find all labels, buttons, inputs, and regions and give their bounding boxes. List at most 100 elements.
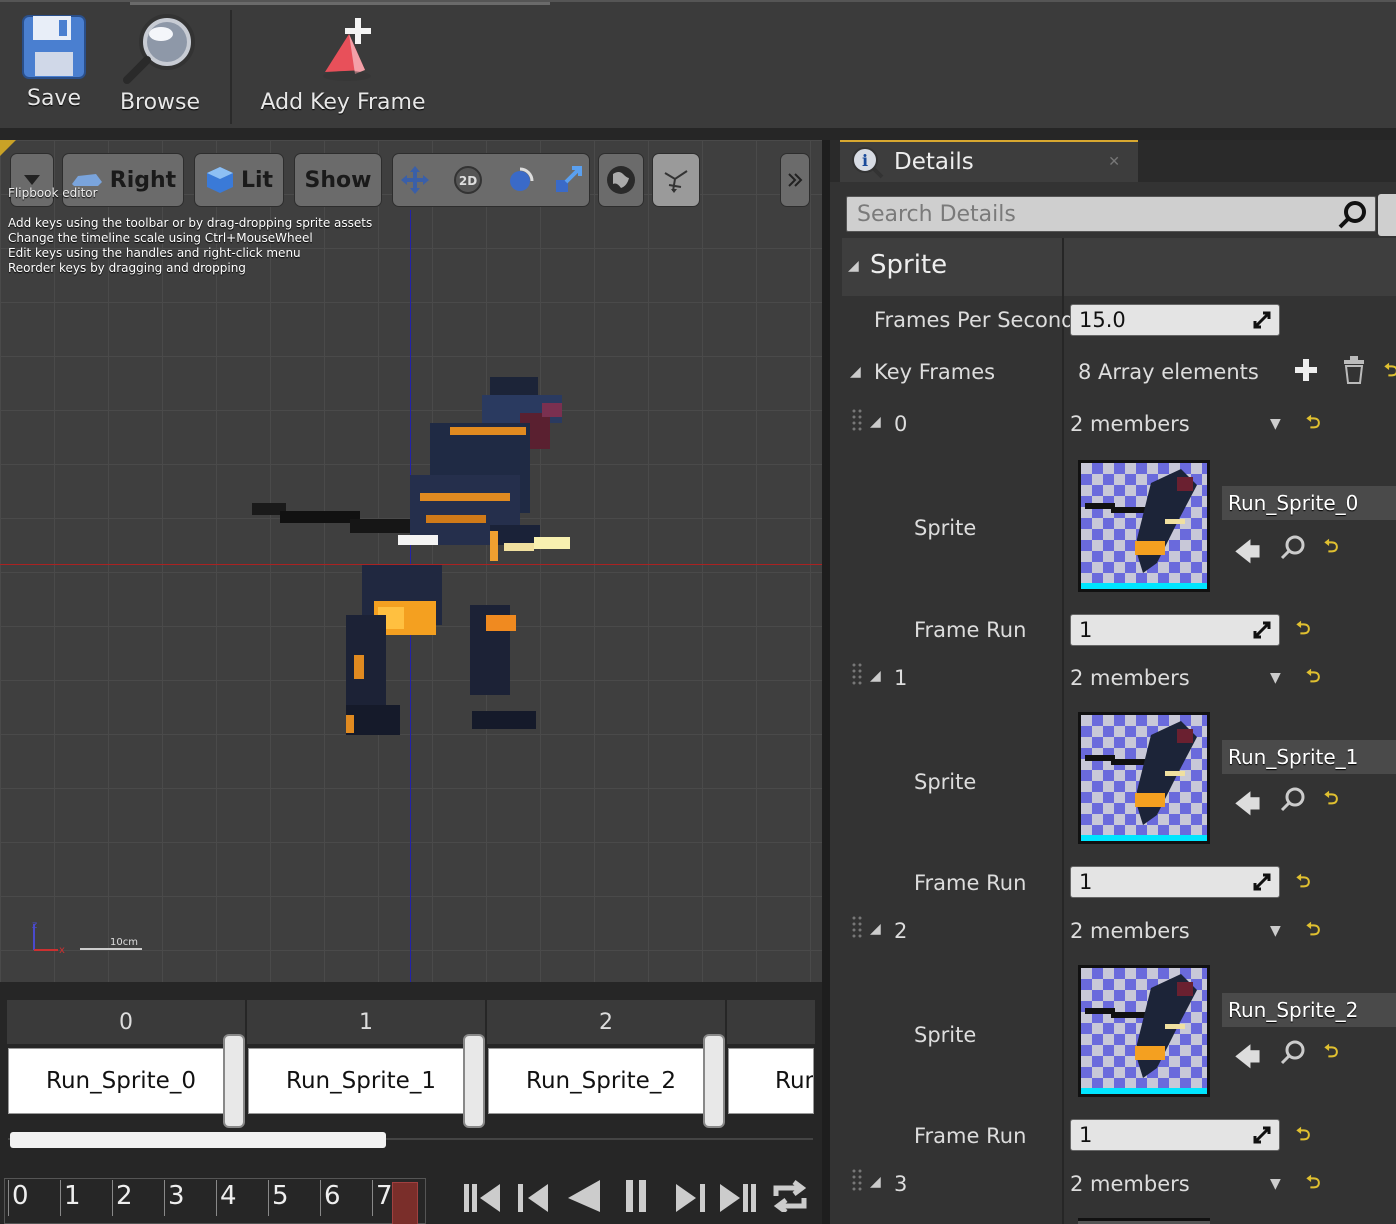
reset-to-default-icon[interactable]: ⮌ [1384,358,1396,388]
frame-tick: 7 [372,1180,393,1216]
fps-field[interactable]: 15.0 [1070,304,1280,336]
reset-to-default-icon[interactable]: ⮌ [1296,1122,1310,1152]
skip-to-end-icon[interactable] [716,1172,760,1212]
collapse-arrow-icon[interactable]: ◢ [850,364,861,380]
reset-to-default-icon[interactable]: ⮌ [1324,786,1338,816]
step-forward-icon[interactable] [668,1172,712,1212]
view-options-button[interactable] [1378,194,1396,236]
surface-snapping-toggle[interactable] [652,153,700,207]
lighting-mode-label: Lit [240,167,274,193]
key-frames-label: Key Frames [874,360,996,384]
reset-to-default-icon[interactable]: ⮌ [1324,534,1338,564]
use-selected-asset-icon[interactable]: 🡄 [1234,1039,1261,1083]
add-key-frame-button[interactable]: Add Key Frame [258,12,428,124]
frame-run-value: 1 [1079,870,1093,894]
frame-run-field[interactable]: 1 [1070,614,1280,646]
chevron-down-icon[interactable]: ▼ [1270,923,1281,939]
element-index: 2 [894,919,908,943]
reset-to-default-icon[interactable]: ⮌ [1306,1170,1320,1200]
step-back-icon[interactable] [512,1172,556,1212]
collapse-arrow-icon[interactable]: ◢ [870,921,881,937]
sprite-thumbnail[interactable] [1078,965,1210,1097]
timeline-scrollbar-thumb[interactable] [10,1132,386,1148]
panel-splitter[interactable] [822,140,830,1224]
pause-icon[interactable] [614,1172,658,1212]
reset-to-default-icon[interactable]: ⮌ [1296,616,1310,646]
sprite-thumbnail[interactable] [1078,460,1210,592]
reset-to-default-icon[interactable]: ⮌ [1324,1039,1338,1069]
translate-icon[interactable] [399,164,431,196]
sprite-thumbnail-image [1081,721,1207,841]
play-reverse-icon[interactable] [562,1172,606,1212]
key-frame-resize-handle[interactable] [463,1034,485,1128]
drag-grip-icon[interactable] [852,662,862,688]
category-sprite[interactable]: ◢ Sprite [842,238,1396,296]
viewport-overflow-button[interactable] [780,153,810,207]
world-local-toggle[interactable] [598,153,644,207]
key-frame-resize-handle[interactable] [223,1034,245,1128]
element-members: 2 members [1070,412,1190,436]
rotate-icon[interactable] [505,165,535,195]
main-toolbar: Save Browse Add Key Frame [0,0,1396,128]
collapse-arrow-icon[interactable]: ◢ [870,1174,881,1190]
timeline-key-frame[interactable]: Run [728,1048,814,1114]
key-frame-resize-handle[interactable] [703,1034,725,1128]
frame-run-field[interactable]: 1 [1070,1119,1280,1151]
frame-run-field[interactable]: 1 [1070,866,1280,898]
element-members: 2 members [1070,919,1190,943]
drag-grip-icon[interactable] [852,915,862,941]
loop-icon[interactable] [768,1172,812,1212]
browse-button[interactable]: Browse [112,12,208,124]
show-button[interactable]: Show [294,153,382,207]
flipbook-viewport[interactable]: Right Lit Show 2D Flipbook editor Add ke… [0,140,822,982]
key-frames-count: 8 Array elements [1078,360,1259,384]
frame-run-value: 1 [1079,618,1093,642]
transform-2d-label: 2D [458,174,476,188]
search-icon[interactable] [1337,200,1369,230]
collapse-arrow-icon[interactable]: ◢ [870,668,881,684]
frame-run-label: Frame Run [914,871,1027,895]
show-label: Show [304,167,372,193]
browse-asset-icon[interactable] [1280,1039,1306,1065]
chevron-down-icon[interactable]: ▼ [1270,670,1281,686]
collapse-arrow-icon[interactable]: ◢ [870,414,881,430]
lighting-mode-button[interactable]: Lit [194,153,284,207]
reset-to-default-icon[interactable]: ⮌ [1306,410,1320,440]
chevron-down-icon[interactable]: ▼ [1270,416,1281,432]
chevron-down-icon[interactable]: ▼ [1270,1176,1281,1192]
tab-details[interactable]: i Details ✕ [840,140,1138,182]
reset-to-default-icon[interactable]: ⮌ [1306,917,1320,947]
transform-2d-icon[interactable]: 2D [448,164,488,196]
magnifier-icon [123,14,195,84]
scale-icon[interactable] [552,164,584,196]
skip-to-start-icon[interactable] [460,1172,504,1212]
save-button[interactable]: Save [18,12,90,124]
trash-icon[interactable] [1342,356,1366,384]
browse-asset-icon[interactable] [1280,786,1306,812]
drag-grip-icon[interactable] [852,1168,862,1194]
search-input[interactable] [857,201,1317,227]
add-element-icon[interactable] [1294,358,1318,382]
timeline-key-frame[interactable]: Run_Sprite_0 [8,1048,234,1114]
sprite-thumbnail-image [1081,469,1207,589]
browse-asset-icon[interactable] [1280,534,1306,560]
use-selected-asset-icon[interactable]: 🡄 [1234,786,1261,830]
use-selected-asset-icon[interactable]: 🡄 [1234,534,1261,578]
save-label: Save [26,86,81,111]
drag-arrows-icon [1253,311,1271,329]
reset-to-default-icon[interactable]: ⮌ [1306,664,1320,694]
browse-label: Browse [119,90,201,115]
current-frame-indicator[interactable] [392,1182,418,1224]
sprite-thumbnail[interactable] [1078,1218,1210,1224]
reset-to-default-icon[interactable]: ⮌ [1296,869,1310,899]
scale-bar [80,948,142,950]
column-divider[interactable] [1062,238,1064,1224]
add-key-frame-label: Add Key Frame [260,90,426,115]
timeline-key-frame[interactable]: Run_Sprite_1 [248,1048,474,1114]
close-icon[interactable]: ✕ [1108,154,1120,170]
details-panel: i Details ✕ ◢ Sprite Frames Per Second 1… [830,140,1396,1224]
sprite-thumbnail[interactable] [1078,712,1210,844]
collapse-arrow-icon[interactable]: ◢ [848,258,859,274]
timeline-key-frame[interactable]: Run_Sprite_2 [488,1048,714,1114]
drag-grip-icon[interactable] [852,408,862,434]
